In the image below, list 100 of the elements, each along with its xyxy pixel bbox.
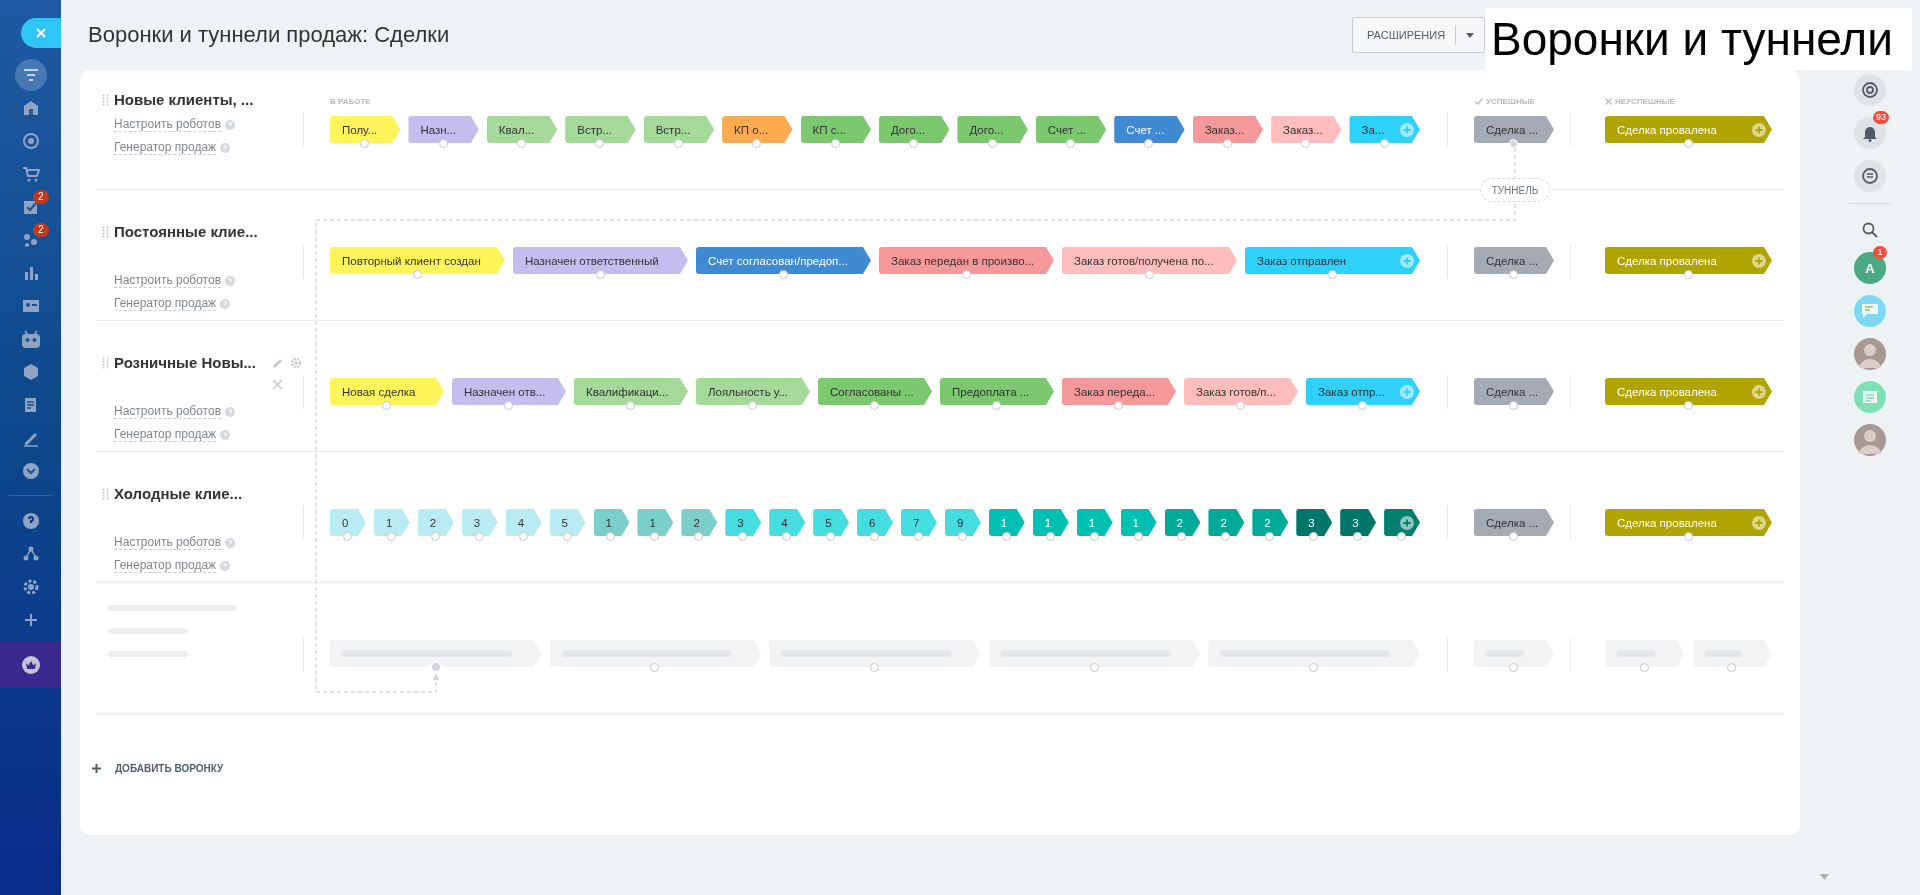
connector-dot[interactable] <box>1683 401 1693 410</box>
connector-dot[interactable] <box>694 532 704 541</box>
panel-button[interactable] <box>1854 74 1886 106</box>
help-icon[interactable] <box>220 429 231 440</box>
add-stage-icon[interactable] <box>1400 515 1415 530</box>
connector-dot[interactable] <box>738 532 748 541</box>
add-stage-icon[interactable] <box>1752 384 1766 399</box>
drag-handle-icon[interactable] <box>102 226 109 238</box>
avatar[interactable] <box>1854 338 1886 370</box>
stage-chip[interactable]: Заказ отправлен <box>1245 247 1420 274</box>
add-stage-icon[interactable] <box>1752 122 1766 137</box>
stage-chip[interactable]: Повторный клиент создан <box>330 247 505 274</box>
stage-chip[interactable]: Заказ... <box>1192 116 1264 143</box>
connector-dot[interactable] <box>1144 270 1154 279</box>
connector-dot[interactable] <box>606 532 616 541</box>
connector-dot[interactable] <box>430 532 440 541</box>
connector-dot[interactable] <box>1114 401 1123 410</box>
stage-chip[interactable]: Назначен ответственный <box>513 247 688 274</box>
stage-chip[interactable]: Заказ переда... <box>1062 378 1176 405</box>
connector-dot[interactable] <box>504 401 513 410</box>
settings-link[interactable]: Генератор продаж <box>114 427 217 442</box>
connector-dot[interactable] <box>517 139 527 148</box>
help-icon[interactable] <box>225 406 235 417</box>
stage-chip[interactable]: 4 <box>505 509 542 536</box>
stage-chip[interactable]: 2 <box>417 509 454 536</box>
help-icon[interactable] <box>225 537 235 548</box>
sidebar-item[interactable]: 2 <box>0 190 61 223</box>
connector-dot[interactable] <box>987 139 997 148</box>
help-icon[interactable] <box>220 298 231 309</box>
connector-dot[interactable] <box>748 401 757 410</box>
connector-dot[interactable] <box>1301 139 1311 148</box>
add-stage-icon[interactable] <box>1752 515 1766 530</box>
stage-chip[interactable]: 2 <box>681 509 718 536</box>
stage-chip[interactable]: 3 <box>1296 509 1333 536</box>
stage-chip[interactable]: 7 <box>901 509 937 536</box>
connector-dot[interactable] <box>1683 270 1693 279</box>
connector-dot[interactable] <box>961 270 971 279</box>
connector-dot[interactable] <box>870 532 879 541</box>
stage-chip[interactable]: Предоплата ... <box>940 378 1054 405</box>
stage-chip[interactable]: 5 <box>549 509 586 536</box>
connector-dot[interactable] <box>778 270 788 279</box>
connector-dot[interactable] <box>595 139 605 148</box>
add-stage-icon[interactable] <box>1399 122 1414 137</box>
connector-dot[interactable] <box>595 270 605 279</box>
stage-chip[interactable]: 5 <box>813 509 850 536</box>
stage-chip[interactable]: Счет согласован/предоп... <box>696 247 871 274</box>
sidebar-item[interactable]: 2 <box>0 223 61 256</box>
connector-dot[interactable] <box>626 401 635 410</box>
connector-dot[interactable] <box>1683 139 1693 148</box>
funnel-title[interactable]: Холодные клие... <box>114 484 243 504</box>
stage-chip[interactable]: Квалификаци... <box>574 378 688 405</box>
settings-link[interactable]: Настроить роботов <box>114 273 221 288</box>
stage-chip[interactable]: Сделка ... <box>1474 378 1554 405</box>
settings-link[interactable]: Генератор продаж <box>114 140 217 155</box>
connector-dot[interactable] <box>1379 139 1389 148</box>
connector-dot[interactable] <box>438 139 448 148</box>
connector-dot[interactable] <box>1327 270 1337 279</box>
stage-chip[interactable]: Заказ готов/получена по... <box>1062 247 1237 274</box>
stage-chip[interactable]: Заказ... <box>1271 116 1342 143</box>
stage-chip[interactable]: Заказ отпр... <box>1306 378 1420 405</box>
stage-chip[interactable]: За... <box>1349 116 1420 143</box>
add-stage-icon[interactable] <box>1400 253 1414 268</box>
connector-dot[interactable] <box>1683 532 1693 541</box>
stage-chip[interactable]: Встр... <box>565 116 636 143</box>
drag-handle-icon[interactable] <box>102 94 109 106</box>
stage-chip[interactable]: Сделка ... <box>1474 509 1554 536</box>
stage-chip[interactable]: Счет ... <box>1114 116 1185 143</box>
funnel-title[interactable]: Новые клиенты, ... <box>114 90 254 110</box>
close-button[interactable] <box>21 18 61 48</box>
connector-dot[interactable] <box>1397 532 1407 541</box>
stage-chip[interactable]: Дого... <box>878 116 950 143</box>
connector-dot[interactable] <box>957 532 967 541</box>
funnel-title[interactable]: Постоянные клие... <box>114 222 258 242</box>
settings-link[interactable]: Настроить роботов <box>114 404 221 419</box>
stage-chip[interactable]: Новая сделка <box>330 378 444 405</box>
connector-dot[interactable] <box>1221 532 1231 541</box>
connector-dot[interactable] <box>752 139 762 148</box>
connector-dot[interactable] <box>826 532 836 541</box>
connector-dot[interactable] <box>1353 532 1363 541</box>
pencil-icon[interactable] <box>272 357 284 369</box>
connector-dot[interactable] <box>992 401 1001 410</box>
help-icon[interactable] <box>225 119 235 130</box>
connector-dot[interactable] <box>342 532 352 541</box>
panel-button[interactable] <box>1854 160 1886 192</box>
connector-dot[interactable] <box>474 532 484 541</box>
stage-chip[interactable]: 1 <box>373 509 410 536</box>
help-icon[interactable] <box>220 560 231 571</box>
connector-dot[interactable] <box>382 401 391 410</box>
stage-chip[interactable]: КП с... <box>800 116 871 143</box>
stage-chip[interactable]: Лояльность у... <box>696 378 810 405</box>
connector-dot[interactable] <box>870 401 879 410</box>
stage-chip[interactable]: 3 <box>1340 509 1377 536</box>
stage-chip[interactable]: Сделка ... <box>1474 116 1554 143</box>
stage-chip[interactable]: 4 <box>769 509 806 536</box>
settings-link[interactable]: Генератор продаж <box>114 296 217 311</box>
connector-dot[interactable] <box>909 139 919 148</box>
connector-dot[interactable] <box>650 532 660 541</box>
connector-dot[interactable] <box>1001 532 1011 541</box>
connector-dot[interactable] <box>386 532 396 541</box>
close-icon[interactable] <box>272 379 283 390</box>
